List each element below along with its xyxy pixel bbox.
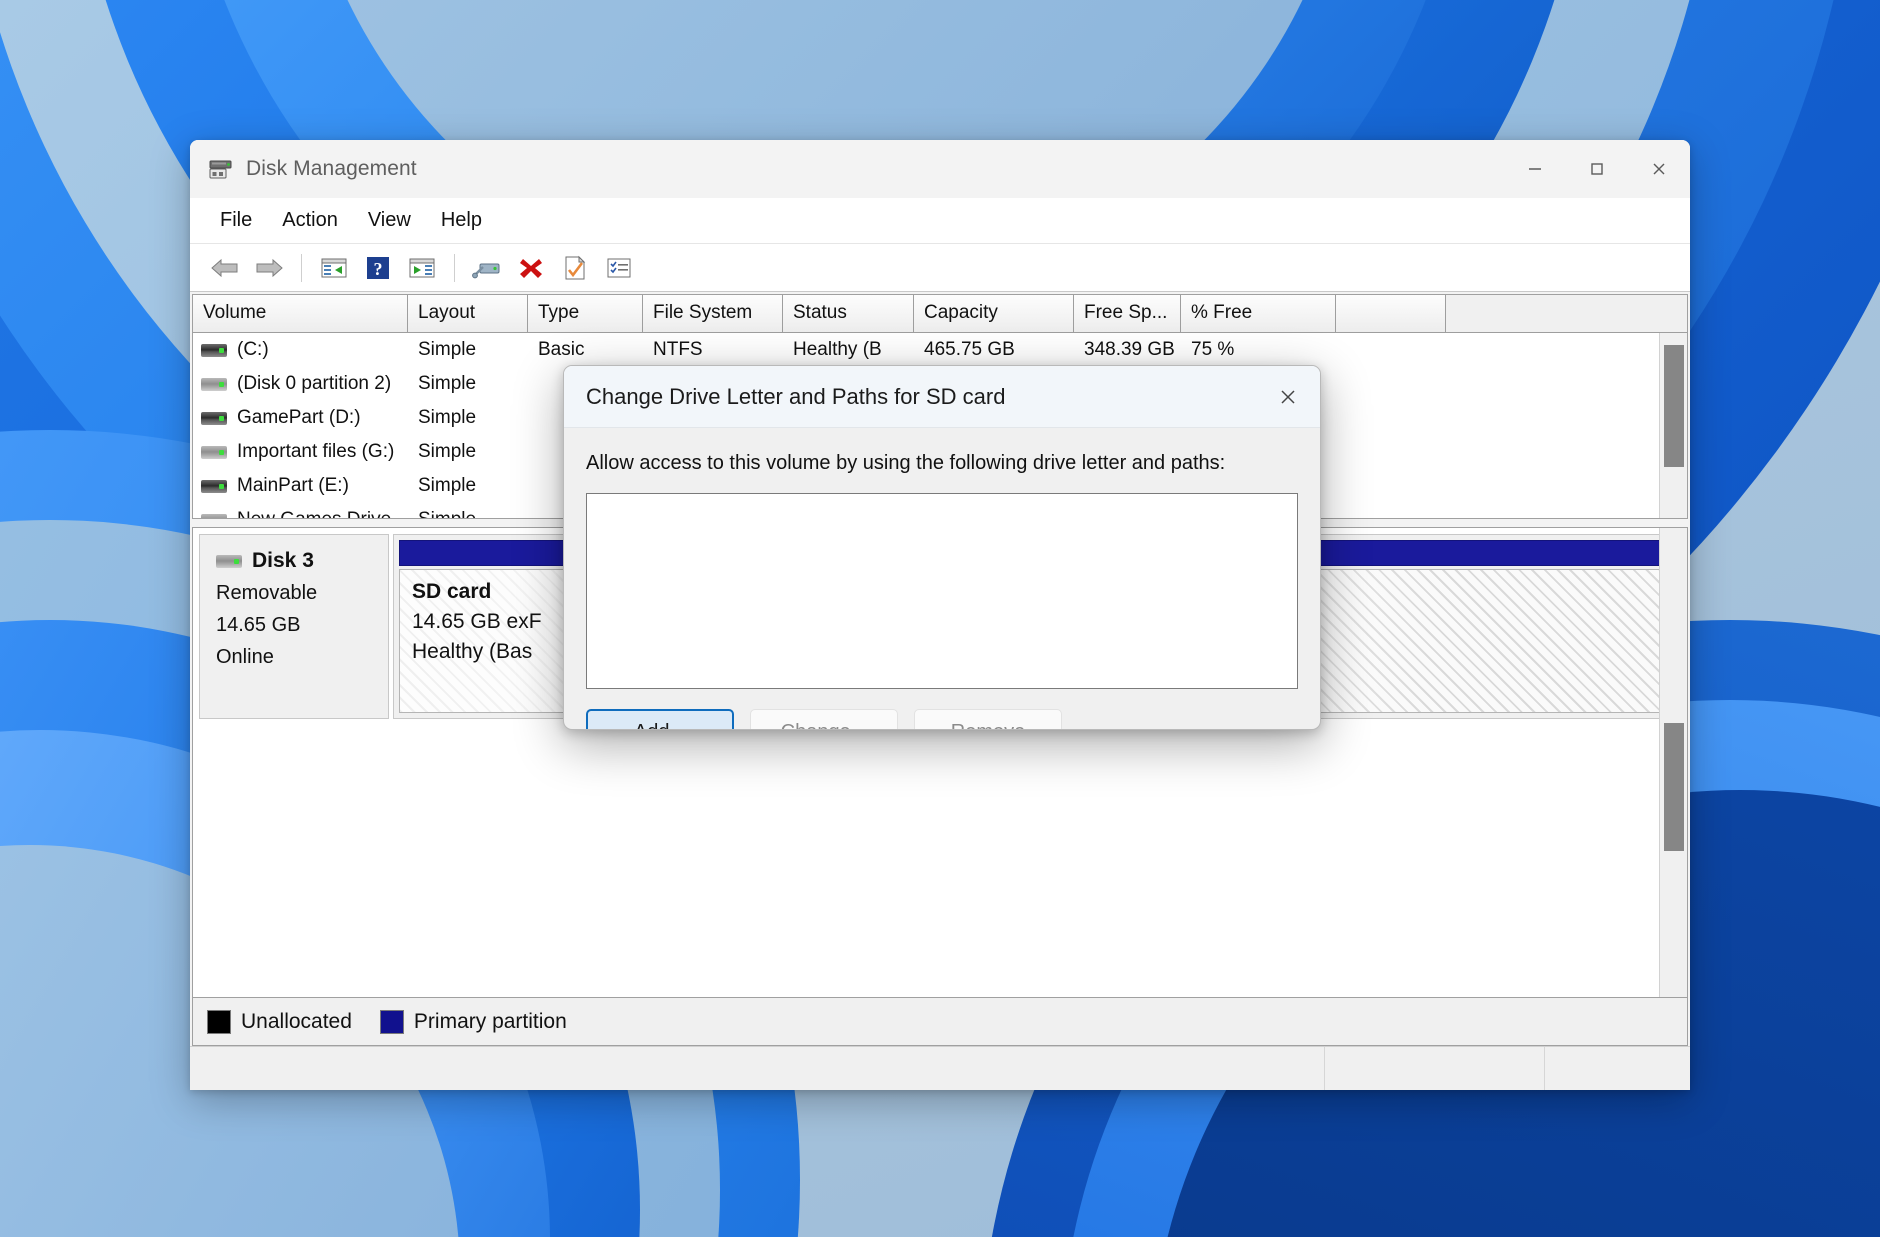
list-view-icon[interactable] <box>598 248 640 288</box>
dialog-instruction: Allow access to this volume by using the… <box>586 452 1298 475</box>
disk-drive-icon <box>208 158 234 180</box>
maximize-button[interactable] <box>1566 140 1628 198</box>
legend-label-unallocated: Unallocated <box>241 1010 352 1034</box>
svg-text:?: ? <box>374 259 383 279</box>
dialog-close-icon[interactable] <box>1256 366 1320 428</box>
partition-size-fs: 14.65 GB exF <box>412 610 1680 634</box>
disk-size: 14.65 GB <box>216 614 388 637</box>
cell-volume: GamePart (D:) <box>237 407 361 429</box>
rescan-disks-icon[interactable] <box>554 248 596 288</box>
status-cell-main <box>190 1047 1325 1090</box>
scrollbar-thumb[interactable] <box>1664 345 1684 467</box>
menu-help[interactable]: Help <box>427 205 496 236</box>
cell-percent-free: 75 % <box>1181 339 1336 361</box>
cell-capacity: 465.75 GB <box>914 339 1074 361</box>
cell-layout: Simple <box>408 509 528 518</box>
cell-type: Basic <box>528 339 643 361</box>
column-header-volume[interactable]: Volume <box>193 295 408 332</box>
volume-drive-icon <box>201 480 227 493</box>
cell-status: Healthy (B <box>783 339 914 361</box>
column-header-blank[interactable] <box>1336 295 1446 332</box>
cell-layout: Simple <box>408 373 528 395</box>
menubar: File Action View Help <box>190 198 1690 244</box>
change-drive-letter-dialog: Change Drive Letter and Paths for SD car… <box>563 365 1321 730</box>
cell-layout: Simple <box>408 441 528 463</box>
column-header-file-system[interactable]: File System <box>643 295 783 332</box>
column-header-capacity[interactable]: Capacity <box>914 295 1074 332</box>
disk-info-panel[interactable]: Disk 3 Removable 14.65 GB Online <box>199 534 389 719</box>
scrollbar-thumb[interactable] <box>1664 723 1684 851</box>
properties-disk-icon[interactable] <box>466 248 508 288</box>
forward-arrow-icon[interactable] <box>248 248 290 288</box>
volume-drive-icon <box>201 514 227 519</box>
window-controls <box>1504 140 1690 198</box>
window-titlebar[interactable]: Disk Management <box>190 140 1690 198</box>
table-row[interactable]: (C:) Simple Basic NTFS Healthy (B 465.75… <box>193 333 1687 367</box>
disk-title: Disk 3 <box>216 549 388 573</box>
dialog-body: Allow access to this volume by using the… <box>564 428 1320 730</box>
legend-swatch-unallocated <box>207 1010 231 1034</box>
close-button[interactable] <box>1628 140 1690 198</box>
disk-state: Online <box>216 646 388 669</box>
column-header-free-space[interactable]: Free Sp... <box>1074 295 1181 332</box>
column-header-status[interactable]: Status <box>783 295 914 332</box>
toolbar: ? <box>190 244 1690 292</box>
volume-list-scrollbar[interactable] <box>1659 333 1687 518</box>
cell-layout: Simple <box>408 339 528 361</box>
disk-name: Disk 3 <box>252 549 314 573</box>
volume-drive-icon <box>201 344 227 357</box>
column-header-type[interactable]: Type <box>528 295 643 332</box>
cell-volume: New Games Drive... <box>237 509 407 518</box>
help-icon[interactable]: ? <box>357 248 399 288</box>
disk-management-window: Disk Management File Action View Help <box>190 140 1690 1090</box>
cell-volume: (C:) <box>237 339 269 361</box>
volume-drive-icon <box>201 446 227 459</box>
partition-label: SD card <box>412 580 1680 604</box>
menu-view[interactable]: View <box>354 205 425 236</box>
cell-volume: Important files (G:) <box>237 441 394 463</box>
menu-action[interactable]: Action <box>268 205 352 236</box>
window-title: Disk Management <box>246 157 417 181</box>
cell-file-system: NTFS <box>643 339 783 361</box>
cell-free-space: 348.39 GB <box>1074 339 1181 361</box>
cell-volume: (Disk 0 partition 2) <box>237 373 391 395</box>
cell-layout: Simple <box>408 407 528 429</box>
menu-file[interactable]: File <box>206 205 266 236</box>
volume-drive-icon <box>201 412 227 425</box>
volume-list-header: Volume Layout Type File System Status Ca… <box>193 295 1687 333</box>
status-cell-2 <box>1325 1047 1545 1090</box>
column-header-layout[interactable]: Layout <box>408 295 528 332</box>
cell-volume: MainPart (E:) <box>237 475 349 497</box>
dialog-title: Change Drive Letter and Paths for SD car… <box>586 384 1005 410</box>
legend-label-primary-partition: Primary partition <box>414 1010 567 1034</box>
disk-graphical-view: Disk 3 Removable 14.65 GB Online SD card… <box>192 527 1688 998</box>
legend: Unallocated Primary partition <box>192 998 1688 1046</box>
cell-layout: Simple <box>408 475 528 497</box>
back-arrow-icon[interactable] <box>204 248 246 288</box>
disk-drive-icon <box>216 555 242 568</box>
delete-icon[interactable] <box>510 248 552 288</box>
partition-status: Healthy (Bas <box>412 640 1680 664</box>
dialog-action-buttons: Add... Change... Remove <box>586 709 1298 730</box>
remove-button[interactable]: Remove <box>914 709 1062 730</box>
add-button[interactable]: Add... <box>586 709 734 730</box>
status-bar <box>190 1046 1690 1090</box>
toolbar-separator <box>454 254 455 282</box>
toolbar-separator <box>301 254 302 282</box>
legend-swatch-primary-partition <box>380 1010 404 1034</box>
show-console-tree-icon[interactable] <box>313 248 355 288</box>
change-button[interactable]: Change... <box>750 709 898 730</box>
status-cell-3 <box>1545 1047 1690 1090</box>
show-action-pane-icon[interactable] <box>401 248 443 288</box>
volume-drive-icon <box>201 378 227 391</box>
column-header-percent-free[interactable]: % Free <box>1181 295 1336 332</box>
disk-kind: Removable <box>216 582 388 605</box>
minimize-button[interactable] <box>1504 140 1566 198</box>
dialog-titlebar[interactable]: Change Drive Letter and Paths for SD car… <box>564 366 1320 428</box>
